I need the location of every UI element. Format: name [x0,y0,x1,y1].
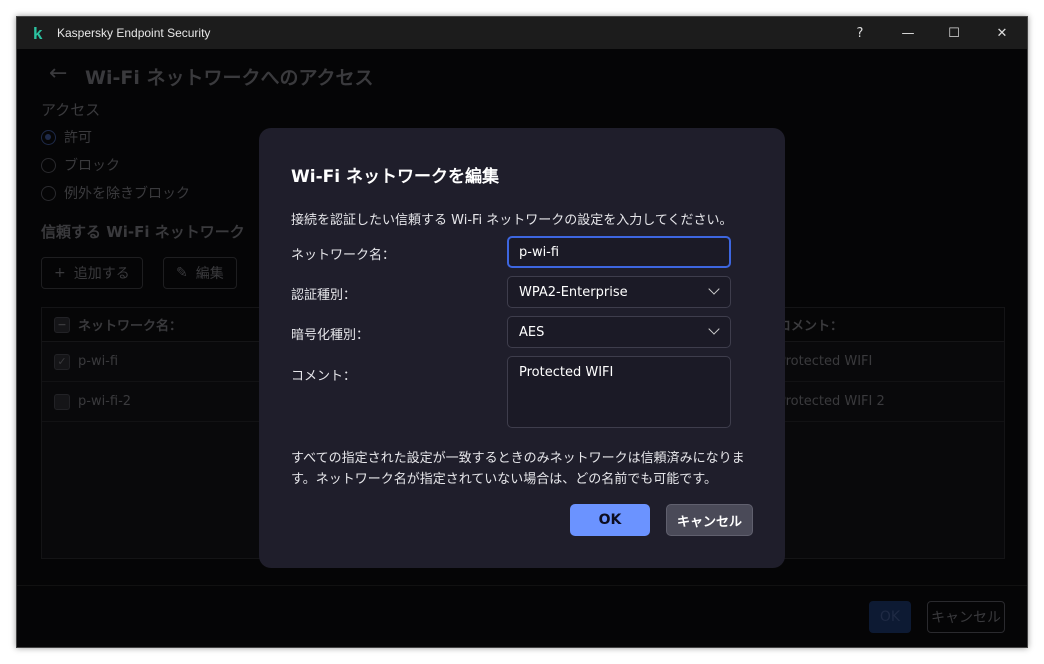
pencil-icon: ✎ [176,265,188,281]
network-name-input[interactable]: p-wi-fi [507,236,731,268]
radio-label: 許可 [64,127,92,147]
auth-type-value: WPA2-Enterprise [519,285,628,300]
help-button[interactable]: ? [837,17,883,49]
plus-icon: + [54,265,66,281]
radio-circle-icon [41,186,56,201]
access-label: アクセス [41,99,100,120]
edit-network-dialog: Wi-Fi ネットワークを編集 接続を認証したい信頼する Wi-Fi ネットワー… [259,128,785,568]
encryption-type-label: 暗号化種別： [291,324,369,343]
edit-label: 編集 [196,263,224,283]
kaspersky-logo-icon: k [33,24,42,44]
auth-type-select[interactable]: WPA2-Enterprise [507,276,731,308]
radio-label: 例外を除きブロック [64,183,190,203]
dialog-description: 接続を認証したい信頼する Wi-Fi ネットワークの設定を入力してください。 [291,209,733,228]
add-button[interactable]: + 追加する [41,257,143,289]
comment-label: コメント： [291,365,356,384]
radio-allow[interactable]: 許可 [41,127,92,147]
radio-block[interactable]: ブロック [41,155,120,175]
edit-button[interactable]: ✎ 編集 [163,257,237,289]
column-header-name: ネットワーク名： [78,315,182,334]
comment-textarea[interactable]: Protected WIFI [507,356,731,428]
row-checkbox[interactable] [54,394,70,410]
radio-circle-icon [41,158,56,173]
auth-type-label: 認証種別： [291,284,356,303]
row-checkbox[interactable]: ✓ [54,354,70,370]
encryption-type-select[interactable]: AES [507,316,731,348]
dialog-title: Wi-Fi ネットワークを編集 [291,162,499,187]
page-cancel-button[interactable]: キャンセル [927,601,1005,633]
dialog-note: すべての指定された設定が一致するときのみネットワークは信頼済みになります。ネット… [291,448,761,490]
encryption-type-value: AES [519,325,544,340]
title-bar: k Kaspersky Endpoint Security ? — ☐ ✕ [17,17,1027,49]
close-button[interactable]: ✕ [979,17,1025,49]
cancel-button[interactable]: キャンセル [666,504,753,536]
app-title: Kaspersky Endpoint Security [57,26,210,40]
chevron-down-icon [708,283,719,294]
add-label: 追加する [74,263,130,283]
radio-circle-icon [41,130,56,145]
minimize-button[interactable]: — [885,17,931,49]
cell-name: p-wi-fi [78,354,118,369]
network-name-label: ネットワーク名： [291,244,395,263]
page-title: Wi-Fi ネットワークへのアクセス [85,63,374,90]
cell-comment: Protected WIFI [778,354,872,369]
cell-name: p-wi-fi-2 [78,394,131,409]
trusted-networks-heading: 信頼する Wi-Fi ネットワーク [41,221,245,242]
maximize-button[interactable]: ☐ [931,17,977,49]
page-ok-button[interactable]: OK [869,601,911,633]
select-all-checkbox[interactable]: − [54,317,70,333]
radio-label: ブロック [64,155,120,175]
column-header-comment: コメント： [778,315,843,334]
back-arrow-icon[interactable]: ← [49,61,67,86]
chevron-down-icon [708,323,719,334]
cell-comment: Protected WIFI 2 [778,394,885,409]
ok-button[interactable]: OK [570,504,650,536]
radio-block-except[interactable]: 例外を除きブロック [41,183,190,203]
